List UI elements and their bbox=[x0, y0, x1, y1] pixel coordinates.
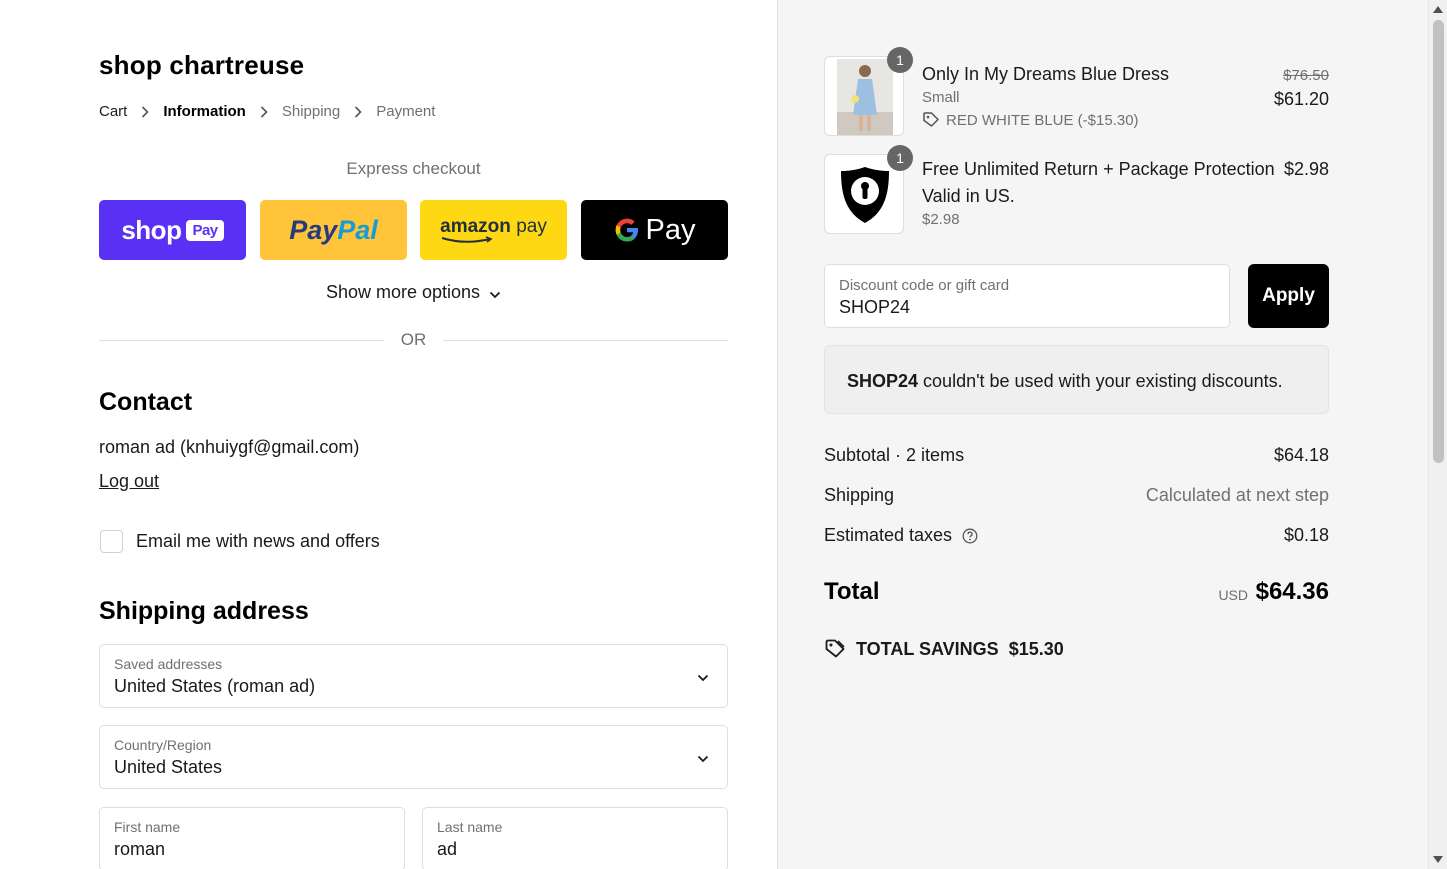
quantity-badge: 1 bbox=[887, 145, 913, 171]
breadcrumb: Cart Information Shipping Payment bbox=[99, 103, 435, 120]
paypal-logo: PayPal bbox=[289, 214, 378, 245]
total-currency: USD bbox=[1218, 587, 1248, 603]
shipping-value: Calculated at next step bbox=[1145, 485, 1329, 505]
google-g-icon bbox=[615, 218, 638, 242]
breadcrumb-information: Information bbox=[163, 103, 246, 120]
product-image-dress: 1 bbox=[824, 47, 913, 136]
express-checkout-title: Express checkout bbox=[346, 159, 481, 178]
discount-code-label: Discount code or gift card bbox=[839, 277, 1010, 294]
chevron-right-icon bbox=[258, 105, 270, 119]
shop-pay-logo: shop Pay bbox=[121, 215, 224, 246]
contact-heading: Contact bbox=[99, 388, 193, 416]
notice-code: SHOP24 bbox=[847, 371, 919, 391]
saved-addresses-label: Saved addresses bbox=[114, 656, 223, 672]
country-select[interactable]: Country/Region United States bbox=[99, 725, 728, 789]
contact-user: roman ad (knhuiygf@gmail.com) bbox=[99, 437, 360, 457]
shipping-address-heading: Shipping address bbox=[99, 597, 309, 625]
item-original-price: $76.50 bbox=[1283, 67, 1329, 84]
first-name-value[interactable]: roman bbox=[114, 839, 165, 860]
total-value: $64.36 bbox=[1255, 578, 1329, 605]
total-savings: TOTAL SAVINGS $15.30 bbox=[824, 638, 1064, 660]
breadcrumb-shipping: Shipping bbox=[281, 103, 341, 120]
chevron-down-icon bbox=[697, 750, 709, 768]
subtotal-label: Subtotal · 2 items bbox=[824, 445, 965, 465]
help-circle-icon[interactable] bbox=[962, 528, 978, 544]
newsletter-checkbox[interactable] bbox=[100, 530, 123, 553]
chevron-right-icon bbox=[352, 105, 364, 119]
last-name-value[interactable]: ad bbox=[437, 839, 457, 860]
item-price: $2.98 bbox=[1283, 159, 1329, 179]
last-name-field[interactable]: Last name ad bbox=[422, 807, 728, 869]
product-image-protection: 1 bbox=[824, 145, 913, 234]
store-name[interactable]: shop chartreuse bbox=[99, 50, 304, 81]
subtotal-value: $64.18 bbox=[1273, 445, 1329, 465]
shop-pay-button[interactable]: shop Pay bbox=[99, 200, 246, 260]
item-title: Free Unlimited Return + Package Protecti… bbox=[922, 159, 1275, 179]
show-more-options-button[interactable]: Show more options bbox=[99, 282, 728, 304]
google-pay-button[interactable]: Pay bbox=[581, 200, 728, 260]
saved-addresses-value: United States (roman ad) bbox=[114, 676, 316, 696]
savings-label: TOTAL SAVINGS bbox=[856, 638, 999, 659]
discount-code-value[interactable]: SHOP24 bbox=[839, 297, 910, 318]
amazon-smile-icon bbox=[441, 236, 493, 243]
shipping-label: Shipping bbox=[824, 485, 895, 505]
item-title: Only In My Dreams Blue Dress bbox=[922, 64, 1170, 84]
notice-message: couldn't be used with your existing disc… bbox=[918, 371, 1283, 391]
google-pay-logo: Pay bbox=[614, 214, 695, 247]
discount-error-notice: SHOP24 couldn't be used with your existi… bbox=[824, 345, 1329, 414]
country-value: United States bbox=[114, 757, 223, 777]
total-label: Total bbox=[824, 578, 880, 605]
scroll-up-arrow-icon[interactable] bbox=[1433, 6, 1443, 13]
item-title-line2: Valid in US. bbox=[922, 186, 1015, 206]
item-variant: $2.98 bbox=[922, 211, 960, 228]
chevron-right-icon bbox=[139, 105, 151, 119]
or-divider: OR bbox=[99, 330, 728, 350]
newsletter-label[interactable]: Email me with news and offers bbox=[136, 531, 380, 552]
chevron-down-icon bbox=[697, 669, 709, 687]
tag-icon bbox=[825, 639, 845, 658]
taxes-row-label: Estimated taxes bbox=[824, 525, 978, 546]
country-label: Country/Region bbox=[114, 737, 212, 753]
checkout-main: shop chartreuse Cart Information Shippin… bbox=[0, 0, 777, 869]
savings-value: $15.30 bbox=[1008, 638, 1064, 659]
divider-line bbox=[443, 340, 728, 341]
scrollbar[interactable] bbox=[1428, 0, 1447, 869]
quantity-badge: 1 bbox=[887, 47, 913, 73]
saved-addresses-select[interactable]: Saved addresses United States (roman ad) bbox=[99, 644, 728, 708]
discount-code-input[interactable]: Discount code or gift card SHOP24 bbox=[824, 264, 1230, 328]
item-price: $61.20 bbox=[1273, 89, 1329, 109]
breadcrumb-cart[interactable]: Cart bbox=[99, 103, 127, 120]
taxes-value: $0.18 bbox=[1283, 525, 1329, 545]
chevron-down-icon bbox=[489, 283, 501, 304]
item-variant: Small bbox=[922, 89, 960, 106]
paypal-button[interactable]: PayPal bbox=[260, 200, 407, 260]
last-name-label: Last name bbox=[437, 819, 503, 835]
scrollbar-thumb[interactable] bbox=[1433, 20, 1444, 463]
apply-button[interactable]: Apply bbox=[1248, 264, 1329, 328]
amazon-pay-button[interactable]: amazon pay bbox=[420, 200, 567, 260]
first-name-field[interactable]: First name roman bbox=[99, 807, 405, 869]
first-name-label: First name bbox=[114, 819, 181, 835]
taxes-label: Estimated taxes bbox=[824, 525, 953, 545]
logout-link[interactable]: Log out bbox=[99, 471, 159, 492]
breadcrumb-payment: Payment bbox=[376, 103, 436, 120]
amazon-pay-logo: amazon pay bbox=[440, 216, 547, 244]
scroll-down-arrow-icon[interactable] bbox=[1433, 856, 1443, 863]
tag-icon bbox=[923, 112, 939, 127]
item-discount: RED WHITE BLUE (-$15.30) bbox=[922, 111, 1139, 129]
